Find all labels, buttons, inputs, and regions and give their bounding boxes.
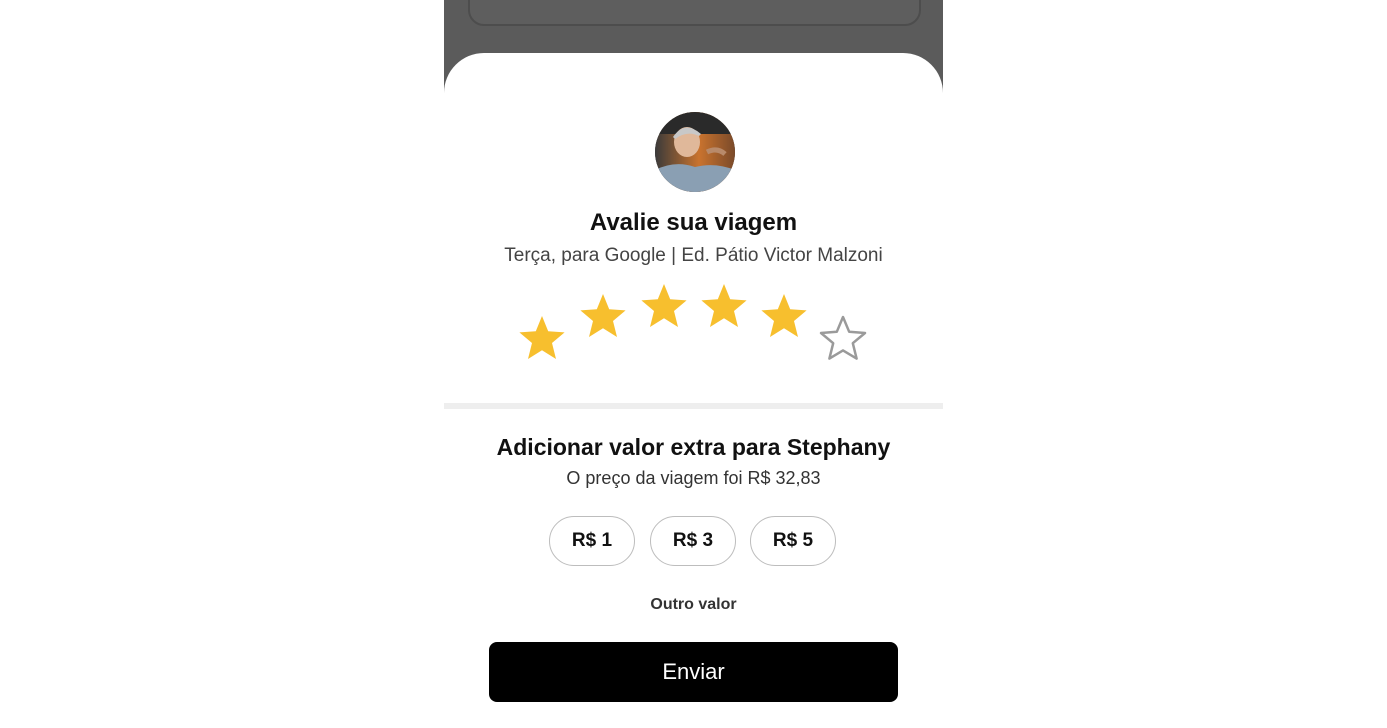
star-2-icon[interactable]: [578, 291, 628, 341]
star-4-icon[interactable]: [699, 281, 749, 331]
tip-option-1-button[interactable]: R$ 1: [549, 516, 635, 566]
section-divider: [444, 403, 943, 409]
driver-avatar: [655, 112, 735, 192]
app-screen: Avalie sua viagem Terça, para Google | E…: [444, 0, 943, 728]
trip-description: Terça, para Google | Ed. Pátio Victor Ma…: [504, 245, 883, 266]
tip-option-5-button[interactable]: R$ 5: [750, 516, 836, 566]
submit-button[interactable]: Enviar: [489, 642, 898, 702]
rating-sheet: Avalie sua viagem Terça, para Google | E…: [444, 53, 943, 728]
trip-price-text: O preço da viagem foi R$ 32,83: [566, 468, 821, 488]
tip-option-3-button[interactable]: R$ 3: [650, 516, 736, 566]
star-5-icon[interactable]: [759, 291, 809, 341]
background-card: [468, 0, 921, 26]
other-amount-link[interactable]: Outro valor: [444, 596, 943, 614]
star-6-empty-icon[interactable]: [818, 313, 868, 363]
star-1-icon[interactable]: [517, 313, 567, 363]
tip-title: Adicionar valor extra para Stephany: [496, 434, 891, 460]
star-3-icon[interactable]: [639, 281, 689, 331]
rating-title: Avalie sua viagem: [589, 209, 798, 236]
